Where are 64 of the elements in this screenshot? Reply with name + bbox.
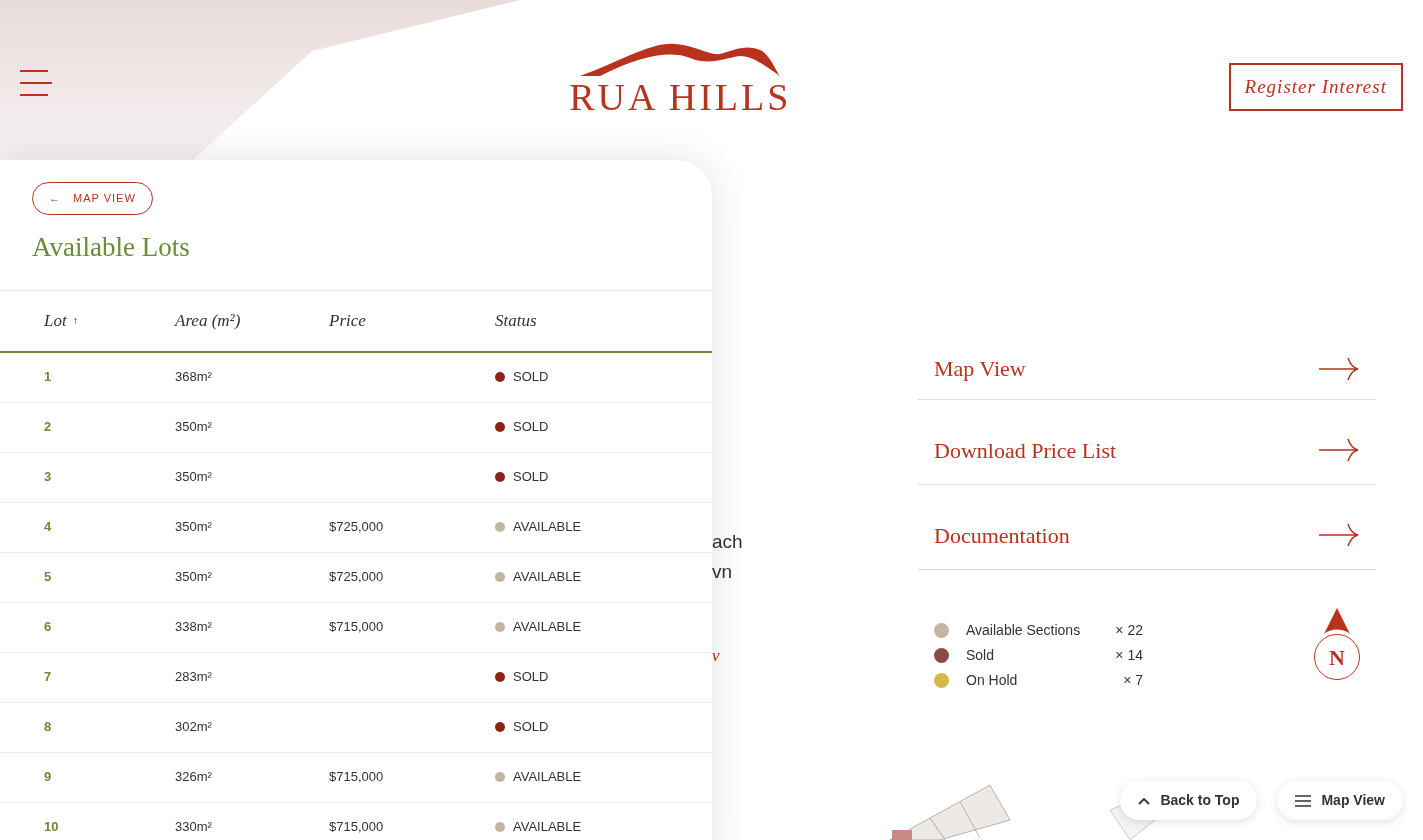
lot-number: 3 <box>44 468 53 487</box>
status-label: AVAILABLE <box>513 618 582 637</box>
chevron-up-icon <box>1138 796 1151 805</box>
lot-number: 1 <box>44 368 53 387</box>
area-cell-text: 350m² <box>175 418 213 437</box>
legend-label: Available Sections <box>966 621 1082 640</box>
price-cell-text: $715,000 <box>329 618 385 637</box>
arrow-right-icon <box>1318 522 1360 548</box>
status-label: SOLD <box>513 368 549 387</box>
price-cell-text: $725,000 <box>329 518 385 537</box>
menu-icon[interactable] <box>20 70 52 96</box>
status-label: AVAILABLE <box>513 518 582 537</box>
column-header[interactable]: Lot ↑ <box>44 307 175 334</box>
hills-logo-icon <box>580 42 781 78</box>
map-view-button[interactable]: Map View <box>1277 781 1403 820</box>
partial-text: vn <box>712 560 733 584</box>
nav-link[interactable]: Map View <box>918 338 1376 400</box>
price-cell-text: $715,000 <box>329 818 385 837</box>
area-cell-text: 326m² <box>175 768 213 787</box>
lot-number: 9 <box>44 768 53 787</box>
menu-icon <box>1295 794 1312 807</box>
legend-label: On Hold <box>966 671 1019 690</box>
legend-count: × 22 <box>1114 621 1143 640</box>
arrow-right-icon <box>1318 355 1360 382</box>
lot-number: 6 <box>44 618 53 637</box>
legend-label: Sold <box>966 646 996 665</box>
lot-number: 10 <box>44 818 60 837</box>
column-header[interactable]: Status <box>495 307 712 334</box>
register-interest-button[interactable]: Register Interest <box>1228 63 1403 111</box>
logo-text: RUA HILLS <box>569 78 792 116</box>
status-label: SOLD <box>513 668 549 687</box>
lot-number: 4 <box>44 518 53 537</box>
column-header[interactable]: Area (m²) <box>175 307 329 334</box>
lot-number: 2 <box>44 418 53 437</box>
area-cell-text: 350m² <box>175 568 213 587</box>
area-cell-text: 350m² <box>175 468 213 487</box>
status-label: SOLD <box>513 468 549 487</box>
status-label: AVAILABLE <box>513 768 582 787</box>
status-label: AVAILABLE <box>513 568 582 587</box>
area-cell-text: 338m² <box>175 618 213 637</box>
back-to-top-button[interactable]: Back to Top <box>1120 781 1258 820</box>
area-cell-text: 368m² <box>175 368 213 387</box>
panel-title: Available Lots <box>32 231 191 264</box>
lot-number: 8 <box>44 718 53 737</box>
north-arrow-icon <box>1322 608 1352 634</box>
nav-link[interactable]: Documentation <box>918 485 1376 570</box>
arrow-right-icon <box>1318 437 1360 463</box>
price-cell-text: $715,000 <box>329 768 385 787</box>
area-cell-text: 350m² <box>175 518 213 537</box>
nav-link[interactable]: Download Price List <box>918 400 1376 485</box>
area-cell-text: 330m² <box>175 818 213 837</box>
lot-number: 5 <box>44 568 53 587</box>
legend-count: × 14 <box>1114 646 1143 665</box>
area-cell-text: 283m² <box>175 668 213 687</box>
column-header[interactable]: Price <box>329 307 495 334</box>
partial-link-text: v <box>712 645 720 667</box>
status-label: AVAILABLE <box>513 818 582 837</box>
lot-number: 7 <box>44 668 53 687</box>
status-label: SOLD <box>513 718 549 737</box>
status-label: SOLD <box>513 418 549 437</box>
area-cell-text: 302m² <box>175 718 213 737</box>
partial-text: ach <box>712 530 743 554</box>
legend-count: × 7 <box>1122 671 1143 690</box>
price-cell-text: $725,000 <box>329 568 385 587</box>
